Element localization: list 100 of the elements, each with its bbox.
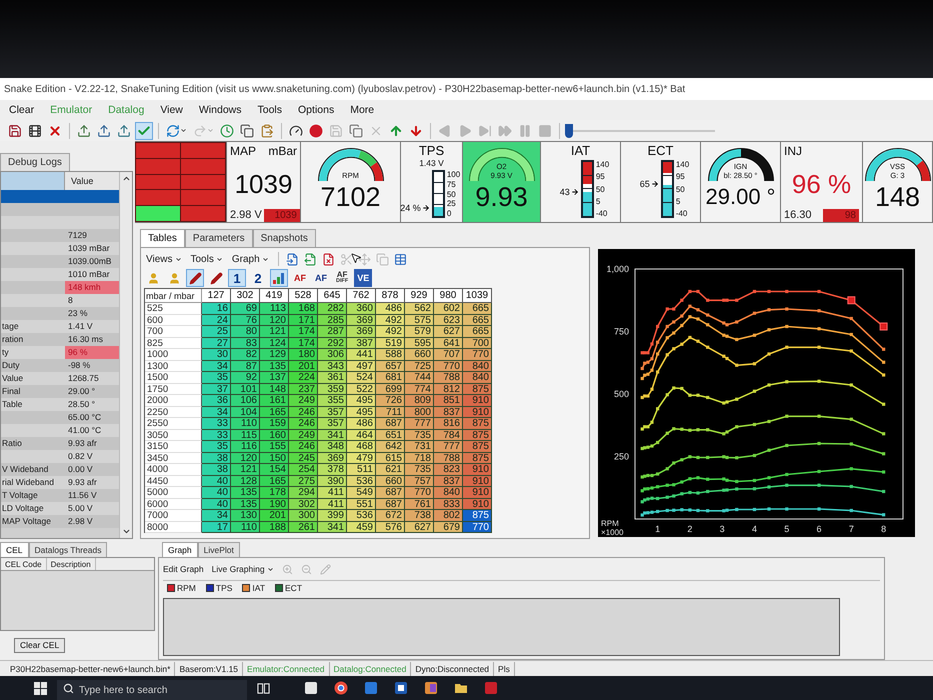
app-tile-icon[interactable] (364, 681, 378, 695)
list-row[interactable]: V Wideband 0.00 V (1, 463, 119, 476)
table-cell[interactable]: 130 (231, 510, 260, 522)
list-row[interactable]: Final 29.00 ° (1, 385, 119, 398)
table-cell[interactable]: 27 (202, 338, 231, 349)
menu-item[interactable]: View (160, 103, 183, 117)
toolbar-button[interactable] (238, 122, 256, 140)
table-cell[interactable]: 135 (231, 498, 260, 510)
app-tile-icon[interactable] (424, 681, 438, 695)
table-cell[interactable]: 809 (405, 395, 434, 406)
table-cell[interactable]: 735 (405, 430, 434, 441)
table-cell[interactable]: 738 (405, 510, 434, 522)
menu-item[interactable]: Clear (9, 103, 34, 117)
tool-button[interactable] (270, 269, 288, 287)
table-cell[interactable]: 725 (405, 360, 434, 372)
table-cell[interactable]: 359 (318, 384, 347, 395)
table-cell[interactable]: 551 (347, 498, 376, 510)
table-cell[interactable]: 40 (202, 476, 231, 487)
table-cell[interactable]: 595 (405, 338, 434, 349)
table-cell[interactable]: 910 (463, 487, 492, 498)
table-cell[interactable]: 378 (318, 464, 347, 476)
table-cell[interactable]: 128 (231, 476, 260, 487)
table-cell[interactable]: 761 (405, 498, 434, 510)
app-tile-icon[interactable] (394, 681, 408, 695)
table-cell[interactable]: 910 (463, 498, 492, 510)
list-row[interactable]: ty 96 % (1, 346, 119, 359)
toolbar-button[interactable]: Live Graphing (212, 562, 274, 576)
table-cell[interactable]: 910 (463, 406, 492, 418)
table-cell[interactable]: 459 (347, 522, 376, 533)
table-cell[interactable]: 840 (463, 360, 492, 372)
table-cell[interactable]: 687 (376, 418, 405, 430)
table-cell[interactable]: 486 (347, 418, 376, 430)
table-cell[interactable]: 495 (347, 406, 376, 418)
table-cell[interactable]: 851 (434, 395, 463, 406)
table-cell[interactable]: 910 (463, 464, 492, 476)
table-cell[interactable]: 40 (202, 487, 231, 498)
table-cell[interactable]: 355 (318, 395, 347, 406)
table-cell[interactable]: 641 (434, 338, 463, 349)
table-cell[interactable]: 812 (434, 384, 463, 395)
tool-button[interactable]: VE (354, 269, 372, 287)
table-cell[interactable]: 121 (231, 464, 260, 476)
list-row[interactable]: 23 % (1, 307, 119, 320)
table-cell[interactable]: 249 (289, 395, 318, 406)
table-cell[interactable]: 120 (260, 314, 289, 326)
list-row[interactable]: MAP Voltage 2.98 V (1, 515, 119, 528)
app-tile-icon[interactable] (304, 681, 318, 695)
table-cell[interactable]: 246 (289, 441, 318, 452)
table-cell[interactable]: 113 (260, 303, 289, 314)
table-cell[interactable]: 161 (260, 395, 289, 406)
table-cell[interactable]: 627 (434, 326, 463, 338)
table-cell[interactable]: 711 (376, 406, 405, 418)
table-cell[interactable]: 833 (434, 498, 463, 510)
table-cell[interactable]: 731 (405, 441, 434, 452)
table-cell[interactable]: 576 (376, 522, 405, 533)
table-cell[interactable]: 875 (463, 441, 492, 452)
table-cell[interactable]: 246 (289, 406, 318, 418)
table-cell[interactable]: 129 (260, 349, 289, 360)
table-cell[interactable]: 875 (463, 430, 492, 441)
menu-item[interactable]: Windows (198, 103, 242, 117)
table-cell[interactable]: 300 (289, 510, 318, 522)
table-cell[interactable]: 788 (434, 372, 463, 384)
table-cell[interactable]: 679 (434, 522, 463, 533)
table-cell[interactable]: 549 (347, 487, 376, 498)
table-cell[interactable]: 121 (260, 326, 289, 338)
table-cell[interactable]: 623 (434, 314, 463, 326)
table-cell[interactable]: 744 (405, 372, 434, 384)
list-row[interactable]: rial Wideband 9.93 afr (1, 476, 119, 489)
table-cell[interactable]: 287 (318, 326, 347, 338)
table-cell[interactable]: 816 (434, 418, 463, 430)
table-cell[interactable]: 602 (434, 303, 463, 314)
table-cell[interactable]: 33 (202, 418, 231, 430)
table-cell[interactable]: 777 (405, 418, 434, 430)
tool-button[interactable]: AF (312, 269, 330, 287)
table-cell[interactable]: 390 (318, 476, 347, 487)
list-row[interactable]: 1010 mBar (1, 268, 119, 281)
list-row[interactable]: Table 28.50 ° (1, 398, 119, 411)
table-cell[interactable]: 104 (231, 406, 260, 418)
menu-item[interactable]: More (350, 103, 374, 117)
table-cell[interactable]: 38 (202, 452, 231, 464)
tool-button[interactable]: AF (291, 269, 309, 287)
tab[interactable]: LivePlot (198, 542, 240, 557)
clear-cel-button[interactable]: Clear CEL (14, 638, 66, 653)
table-cell[interactable]: 519 (376, 338, 405, 349)
table-cell[interactable]: 120 (231, 452, 260, 464)
table-cell[interactable]: 188 (260, 522, 289, 533)
table-cell[interactable]: 660 (405, 349, 434, 360)
app-tile-icon[interactable] (484, 681, 498, 695)
table-cell[interactable]: 788 (434, 452, 463, 464)
table-cell[interactable]: 168 (289, 303, 318, 314)
table-cell[interactable]: 840 (463, 372, 492, 384)
table-cell[interactable]: 16 (202, 303, 231, 314)
table-cell[interactable]: 875 (463, 384, 492, 395)
windows-logo-icon[interactable] (34, 682, 47, 694)
table-cell[interactable]: 341 (318, 522, 347, 533)
table-cell[interactable]: 735 (405, 464, 434, 476)
table-cell[interactable]: 178 (260, 487, 289, 498)
tab[interactable]: Datalogs Threads (28, 542, 108, 557)
tab[interactable]: Tables (140, 229, 185, 247)
tab[interactable]: Parameters (184, 229, 253, 247)
table-cell[interactable]: 707 (434, 349, 463, 360)
